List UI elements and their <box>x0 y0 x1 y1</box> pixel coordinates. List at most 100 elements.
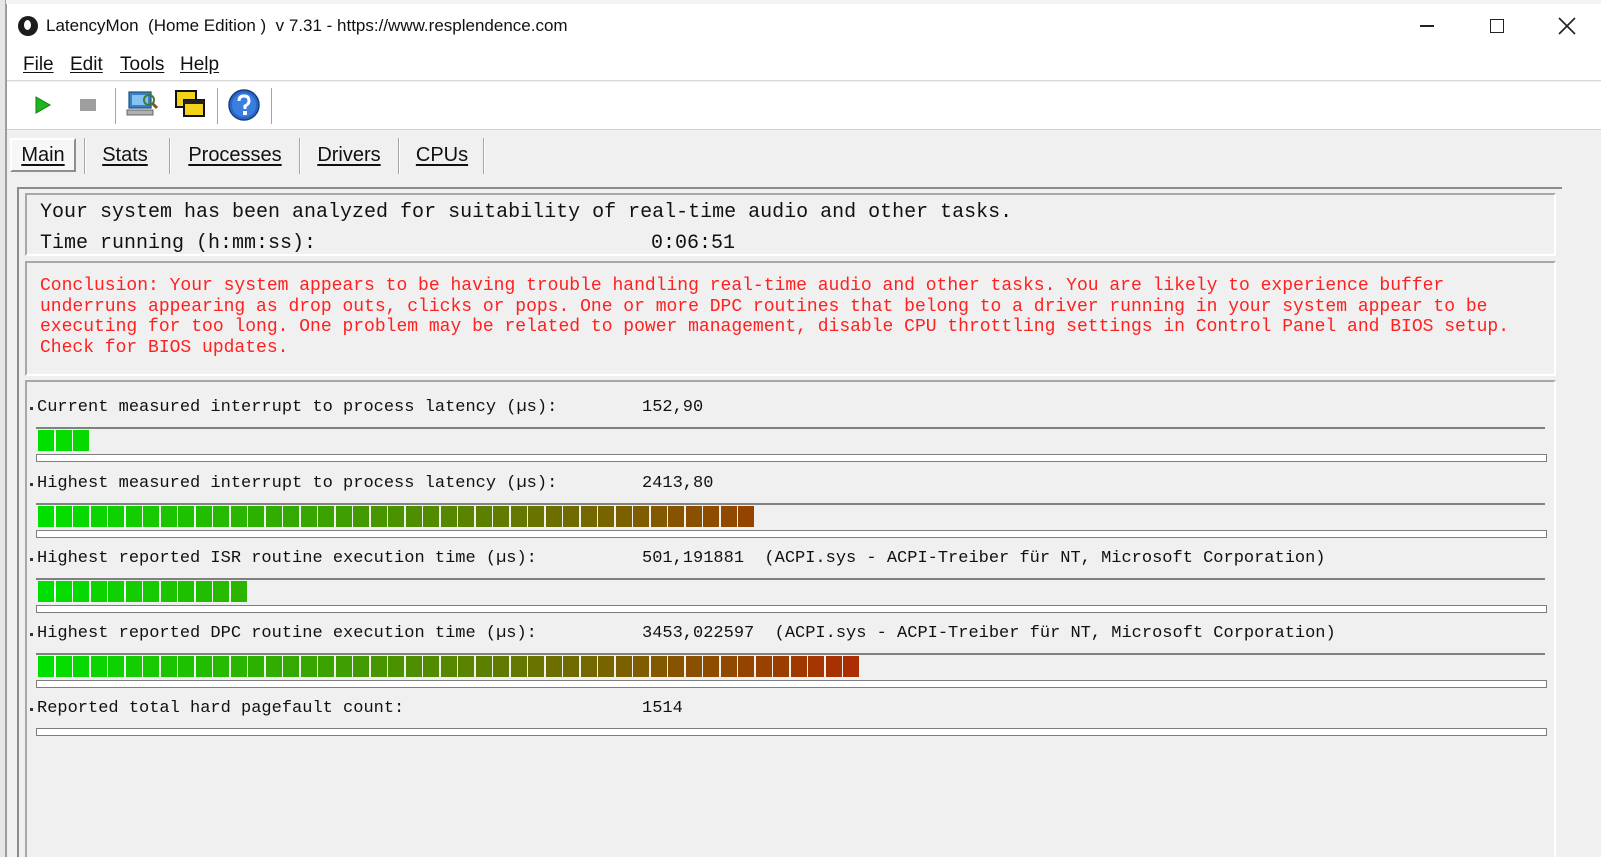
bar-segment <box>38 581 54 602</box>
bar-segment <box>703 656 719 677</box>
main-tab-content: Your system has been analyzed for suitab… <box>17 187 1562 857</box>
isr-time-value: 501,191881 (ACPI.sys - ACPI-Treiber für … <box>642 549 1326 568</box>
bar-segment <box>125 581 142 602</box>
bar-segment <box>545 656 562 677</box>
bar-segment <box>563 506 579 527</box>
menu-help[interactable]: Help <box>180 54 219 76</box>
tab-main[interactable]: Main <box>10 138 76 172</box>
tab-main-label: Main <box>21 143 65 166</box>
bar-segment <box>440 656 457 677</box>
bar-segment <box>178 656 194 677</box>
tab-drivers-label: Drivers <box>317 143 381 166</box>
help-icon <box>228 89 260 121</box>
bar-segment <box>283 656 299 677</box>
bar-segment <box>160 581 177 602</box>
current-latency-value: 152,90 <box>642 398 704 417</box>
bar-segment <box>213 581 229 602</box>
bar-segment <box>248 506 264 527</box>
bar-segment <box>213 506 229 527</box>
bar-segment <box>738 506 754 527</box>
bar-segment <box>685 656 702 677</box>
bar-segment <box>615 506 632 527</box>
bar-segment <box>108 506 124 527</box>
stop-button[interactable] <box>71 88 105 122</box>
bar-segment <box>405 506 422 527</box>
bar-segment <box>633 656 649 677</box>
computer-info-button[interactable] <box>125 88 159 122</box>
tab-drivers[interactable]: Drivers <box>304 138 394 172</box>
bar-segment <box>283 506 299 527</box>
title-bar[interactable]: LatencyMon (Home Edition ) v 7.31 - http… <box>7 4 1601 48</box>
tab-processes[interactable]: Processes <box>174 138 296 172</box>
dpc-time-bar <box>36 653 1547 688</box>
toolbar <box>7 82 1601 130</box>
windows-button[interactable] <box>173 88 207 122</box>
bar-segment <box>808 656 824 677</box>
menu-edit[interactable]: Edit <box>70 54 103 76</box>
window-title: LatencyMon (Home Edition ) v 7.31 - http… <box>46 16 568 35</box>
bar-segment <box>773 656 789 677</box>
bar-segment <box>703 506 719 527</box>
help-button[interactable] <box>227 88 261 122</box>
isr-time-label: Highest reported ISR routine execution t… <box>37 549 537 568</box>
bar-segment <box>125 506 142 527</box>
maximize-icon <box>1490 19 1504 33</box>
bar-segment <box>265 656 282 677</box>
tab-divider <box>299 138 301 174</box>
bar-segment <box>318 506 334 527</box>
bar-segment <box>843 656 859 677</box>
tab-cpus[interactable]: CPUs <box>403 138 481 172</box>
toolbar-separator <box>217 88 219 124</box>
metrics-panel: Current measured interrupt to process la… <box>25 380 1556 857</box>
bar-segment <box>598 656 614 677</box>
menu-bar: File Edit Tools Help <box>7 48 1601 81</box>
tab-stats[interactable]: Stats <box>89 138 161 172</box>
metric-bullet <box>30 483 33 486</box>
bar-segment <box>353 656 369 677</box>
bar-segment <box>160 656 177 677</box>
bar-segment <box>108 656 124 677</box>
highest-latency-label: Highest measured interrupt to process la… <box>37 474 558 493</box>
bar-segment <box>668 506 684 527</box>
bar-segment <box>318 656 334 677</box>
menu-file[interactable]: File <box>23 54 54 76</box>
bar-segment <box>230 581 247 602</box>
bar-segment <box>353 506 369 527</box>
bar-segment <box>195 656 212 677</box>
bar-segment <box>90 581 107 602</box>
tab-cpus-label: CPUs <box>415 143 469 166</box>
maximize-button[interactable] <box>1467 4 1527 48</box>
bar-segment <box>388 656 404 677</box>
bar-segment <box>230 506 247 527</box>
bar-segment <box>73 430 89 451</box>
start-button[interactable] <box>25 88 59 122</box>
bar-segment <box>300 656 317 677</box>
highest-latency-bar-fill <box>38 506 756 527</box>
tab-divider <box>483 138 485 174</box>
menu-tools[interactable]: Tools <box>120 54 164 76</box>
pagefault-count-bar <box>36 728 1547 736</box>
metric-bullet <box>30 708 33 711</box>
bar-segment <box>108 581 124 602</box>
computer-search-icon <box>126 91 159 116</box>
metric-bullet <box>30 633 33 636</box>
bar-segment <box>755 656 772 677</box>
minimize-button[interactable] <box>1397 4 1457 48</box>
bar-segment <box>300 506 317 527</box>
bar-segment <box>370 506 387 527</box>
bar-segment <box>528 506 544 527</box>
metric-bullet <box>30 407 33 410</box>
bar-segment <box>633 506 649 527</box>
bar-segment <box>38 656 54 677</box>
bar-segment <box>370 656 387 677</box>
dpc-time-value: 3453,022597 (ACPI.sys - ACPI-Treiber für… <box>642 624 1336 643</box>
current-latency-bar-fill <box>38 430 91 451</box>
close-button[interactable] <box>1537 4 1597 48</box>
bar-segment <box>73 506 89 527</box>
bar-segment <box>790 656 807 677</box>
bar-segment <box>195 506 212 527</box>
bar-segment <box>615 656 632 677</box>
app-icon <box>18 16 38 36</box>
bar-segment <box>458 506 474 527</box>
bar-segment <box>493 656 509 677</box>
